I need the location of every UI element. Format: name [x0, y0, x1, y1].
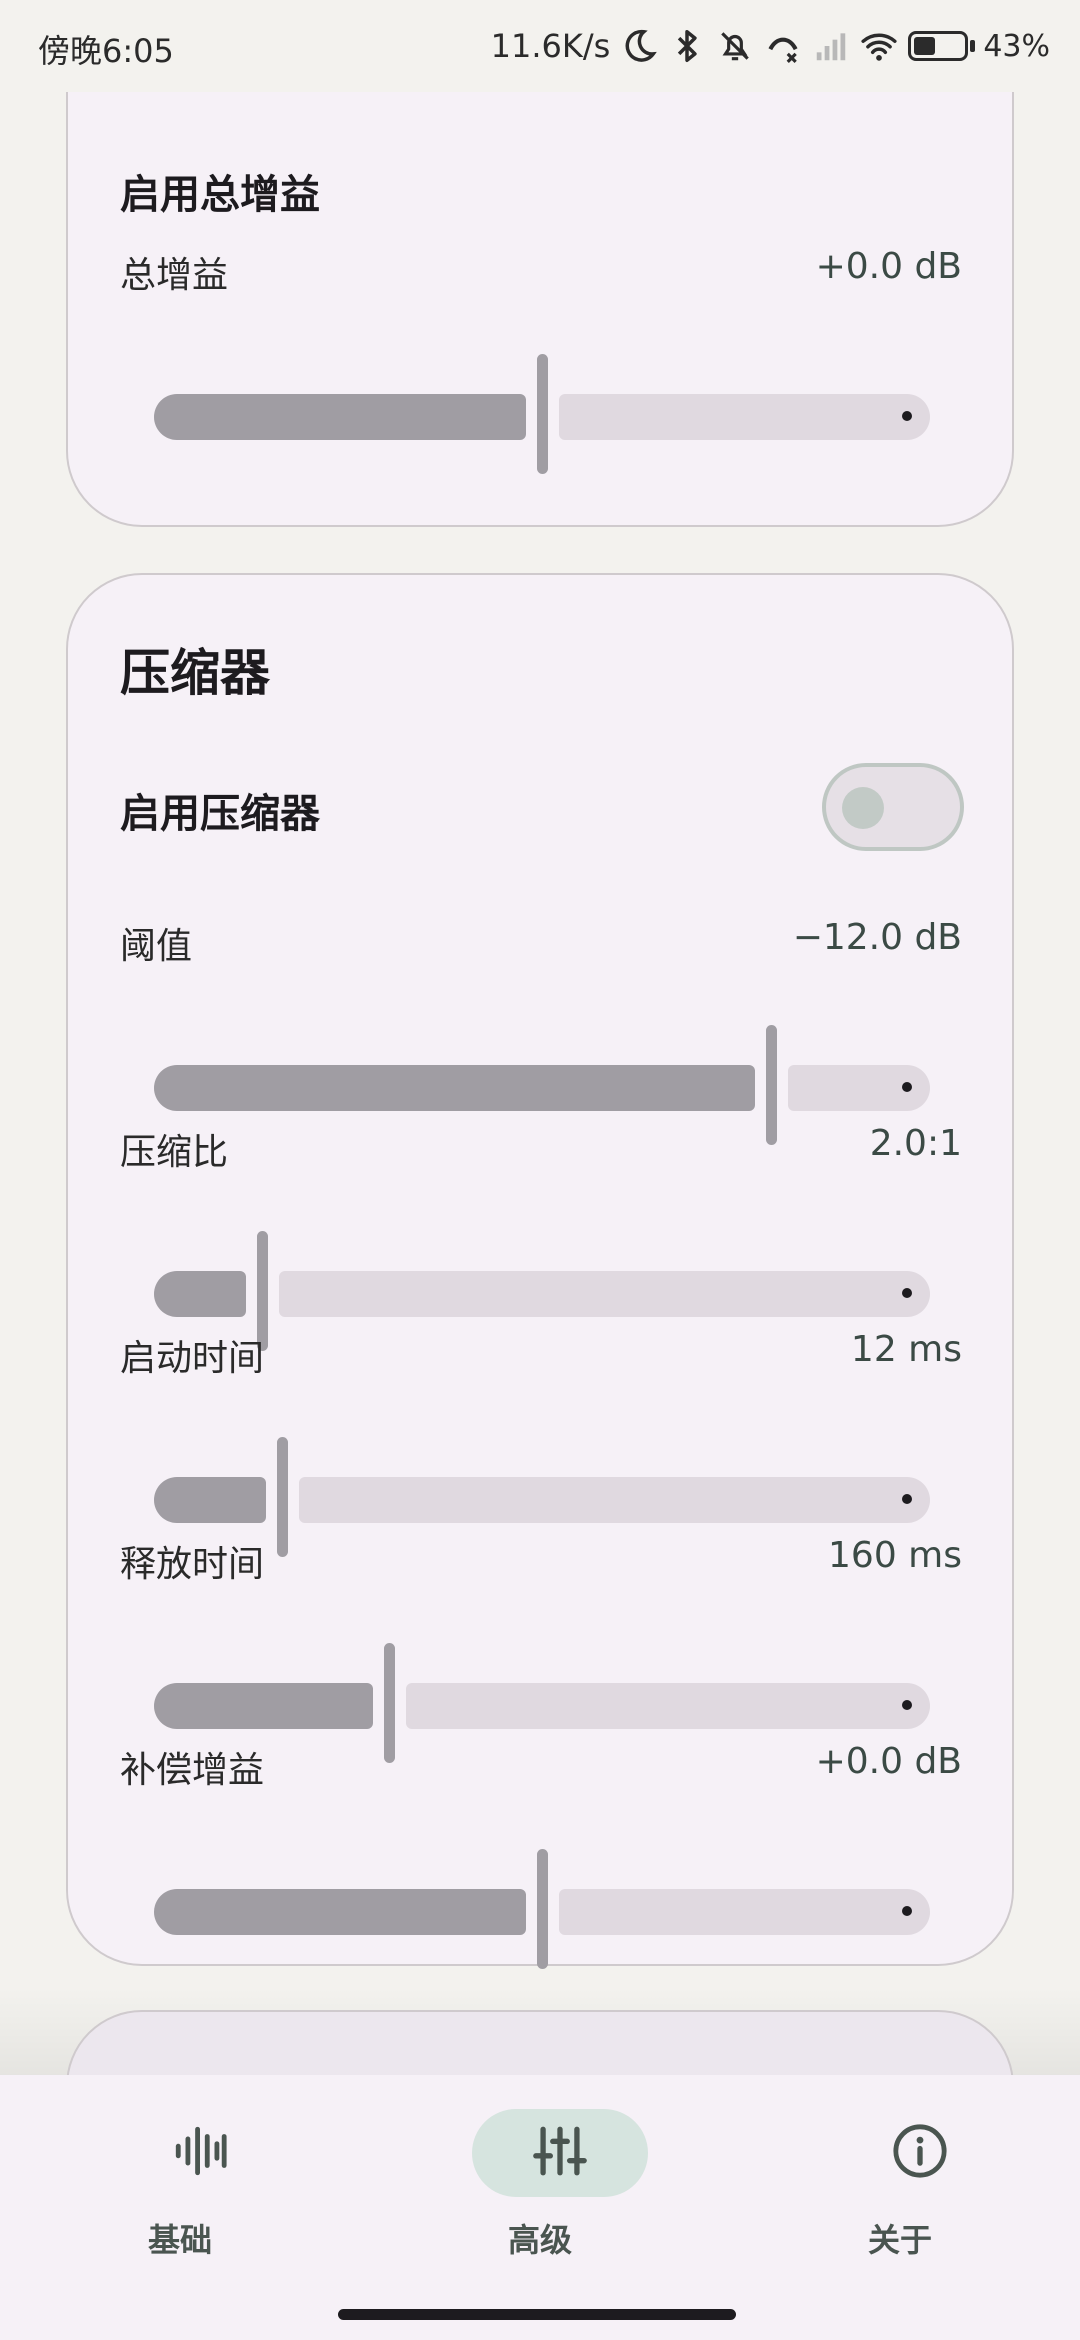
gain-slider-value: +0.0 dB — [815, 246, 962, 287]
gain-slider[interactable] — [154, 354, 930, 474]
battery-tip — [970, 40, 976, 52]
slider-active-track — [154, 1271, 246, 1317]
slider-inactive-track — [279, 1271, 930, 1317]
sliders-icon — [531, 2122, 589, 2184]
nav-indicator-active — [472, 2109, 648, 2197]
battery-icon: 43% — [908, 29, 1050, 64]
signal-icon — [812, 27, 850, 65]
slider-handle[interactable] — [766, 1025, 777, 1145]
info-icon — [891, 2122, 949, 2184]
ratio-value: 2.0:1 — [869, 1123, 962, 1164]
slider-active-track — [154, 394, 526, 440]
slider-stop-indicator — [902, 411, 912, 421]
nav-label-about: 关于 — [867, 2221, 932, 2259]
attack-value: 12 ms — [850, 1329, 962, 1370]
battery-percent: 43% — [983, 28, 1050, 64]
slider-stop-indicator — [902, 1082, 912, 1092]
network-speed: 11.6K/s — [490, 27, 611, 65]
ratio-slider[interactable] — [154, 1231, 930, 1351]
release-slider[interactable] — [154, 1643, 930, 1763]
battery-fill — [914, 37, 936, 55]
makeup-gain-value: +0.0 dB — [815, 1741, 962, 1782]
battery-body — [908, 31, 969, 61]
slider-handle[interactable] — [384, 1643, 395, 1763]
toggle-knob — [842, 787, 884, 829]
slider-stop-indicator — [902, 1494, 912, 1504]
slider-inactive-track — [559, 1889, 930, 1935]
status-time: 傍晚6:05 — [38, 32, 174, 70]
nav-item-advanced[interactable]: 高级 — [360, 2075, 720, 2305]
nav-item-basic[interactable]: 基础 — [0, 2075, 360, 2305]
slider-active-track — [154, 1065, 755, 1111]
bluetooth-icon — [668, 27, 706, 65]
slider-stop-indicator — [902, 1906, 912, 1916]
nav-indicator — [832, 2109, 1008, 2197]
enable-gain-label: 启用总增益 — [120, 172, 320, 218]
slider-handle[interactable] — [277, 1437, 288, 1557]
threshold-value: −12.0 dB — [792, 917, 962, 958]
compressor-card: 压缩器 启用压缩器 阈值 −12.0 dB 压缩比 2.0:1 启动时间 12 … — [66, 573, 1014, 1969]
nav-label-advanced: 高级 — [507, 2221, 572, 2259]
status-icons: 11.6K/s 43% — [491, 22, 1050, 70]
moon-icon — [620, 27, 658, 65]
release-value: 160 ms — [828, 1535, 962, 1576]
enable-compressor-label: 启用压缩器 — [120, 791, 320, 837]
app-root: 傍晚6:05 11.6K/s 43% 启用总增益 总增益 +0.0 dB 压缩器… — [0, 0, 1080, 2340]
attack-slider[interactable] — [154, 1437, 930, 1557]
slider-inactive-track — [406, 1683, 930, 1729]
enable-compressor-toggle[interactable] — [822, 763, 964, 851]
nav-item-about[interactable]: 关于 — [720, 2075, 1080, 2305]
slider-stop-indicator — [902, 1288, 912, 1298]
call-forward-icon — [764, 27, 802, 65]
slider-handle[interactable] — [537, 1849, 548, 1969]
compressor-title: 压缩器 — [120, 644, 270, 702]
gain-slider-label: 总增益 — [120, 255, 229, 296]
slider-stop-indicator — [902, 1700, 912, 1710]
wifi-icon — [860, 27, 898, 65]
makeup-gain-slider[interactable] — [154, 1849, 930, 1969]
slider-handle[interactable] — [537, 354, 548, 474]
bell-off-icon — [716, 27, 754, 65]
slider-active-track — [154, 1683, 373, 1729]
ratio-label: 压缩比 — [120, 1132, 229, 1173]
attack-label: 启动时间 — [120, 1338, 265, 1379]
makeup-gain-label: 补偿增益 — [120, 1750, 265, 1791]
slider-inactive-track — [299, 1477, 930, 1523]
nav-label-basic: 基础 — [147, 2221, 212, 2259]
threshold-slider[interactable] — [154, 1025, 930, 1145]
waveform-icon — [171, 2122, 229, 2184]
nav-indicator — [112, 2109, 288, 2197]
slider-inactive-track — [559, 394, 930, 440]
release-label: 释放时间 — [120, 1544, 265, 1585]
bottom-navigation: 基础 高级 关于 — [0, 2075, 1080, 2340]
slider-active-track — [154, 1477, 266, 1523]
slider-active-track — [154, 1889, 526, 1935]
threshold-label: 阈值 — [120, 926, 193, 967]
home-indicator[interactable] — [338, 2309, 736, 2320]
status-bar: 傍晚6:05 11.6K/s 43% — [0, 0, 1080, 92]
